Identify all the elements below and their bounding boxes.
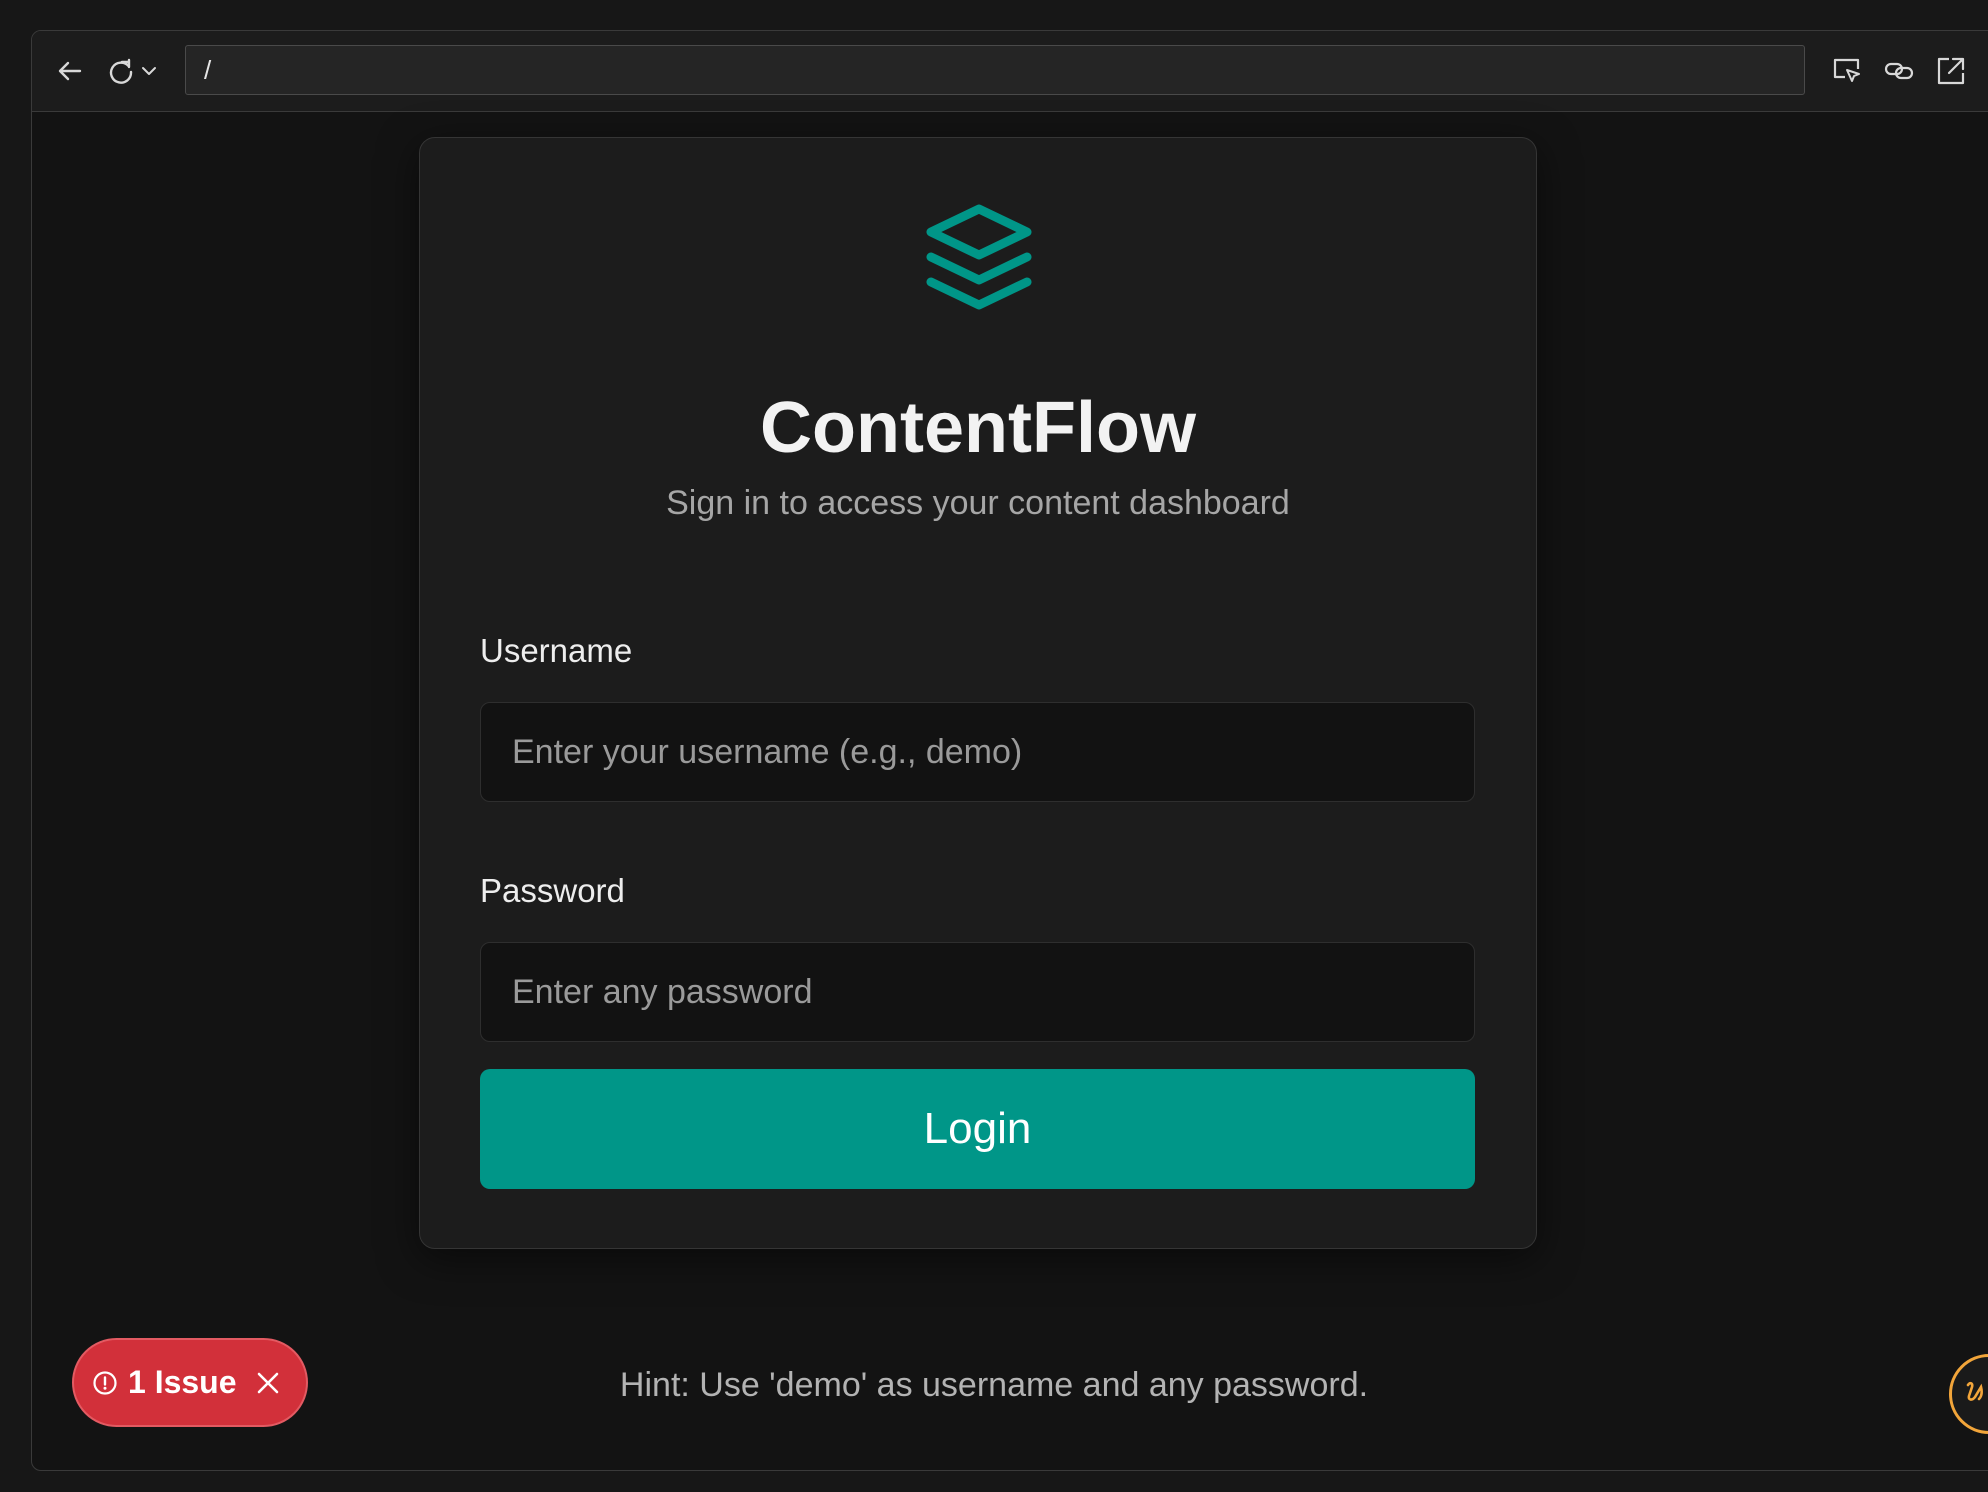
username-label: Username (480, 632, 633, 669)
link-icon (1884, 62, 1914, 80)
reload-icon (109, 58, 133, 84)
username-input[interactable] (480, 702, 1475, 802)
app-subtitle: Sign in to access your content dashboard (666, 484, 1290, 522)
chevron-down-icon (142, 67, 156, 75)
login-card: ContentFlow Sign in to access your conte… (419, 137, 1537, 1249)
back-arrow-icon (58, 61, 82, 81)
issues-label: 1 Issue (128, 1364, 237, 1400)
open-external-button[interactable] (1931, 51, 1971, 91)
assistant-logo-icon (1966, 1381, 1983, 1401)
login-button[interactable]: Login (480, 1069, 1475, 1189)
password-input[interactable] (480, 942, 1475, 1042)
issues-badge[interactable]: 1 Issue (72, 1338, 308, 1427)
reload-button[interactable] (104, 51, 138, 91)
browser-toolbar: / (32, 31, 1988, 112)
open-external-icon (1937, 57, 1965, 85)
inspect-button[interactable] (1827, 51, 1867, 91)
back-button[interactable] (50, 51, 90, 91)
inspect-icon (1833, 58, 1860, 82)
address-bar[interactable]: / (185, 45, 1805, 95)
reload-options-button[interactable] (138, 51, 160, 91)
app-title: ContentFlow (760, 388, 1196, 468)
password-label: Password (480, 872, 625, 909)
link-button[interactable] (1879, 51, 1919, 91)
layers-stack-icon (926, 204, 1032, 310)
alert-circle-icon (93, 1370, 117, 1395)
close-icon[interactable] (255, 1370, 281, 1396)
